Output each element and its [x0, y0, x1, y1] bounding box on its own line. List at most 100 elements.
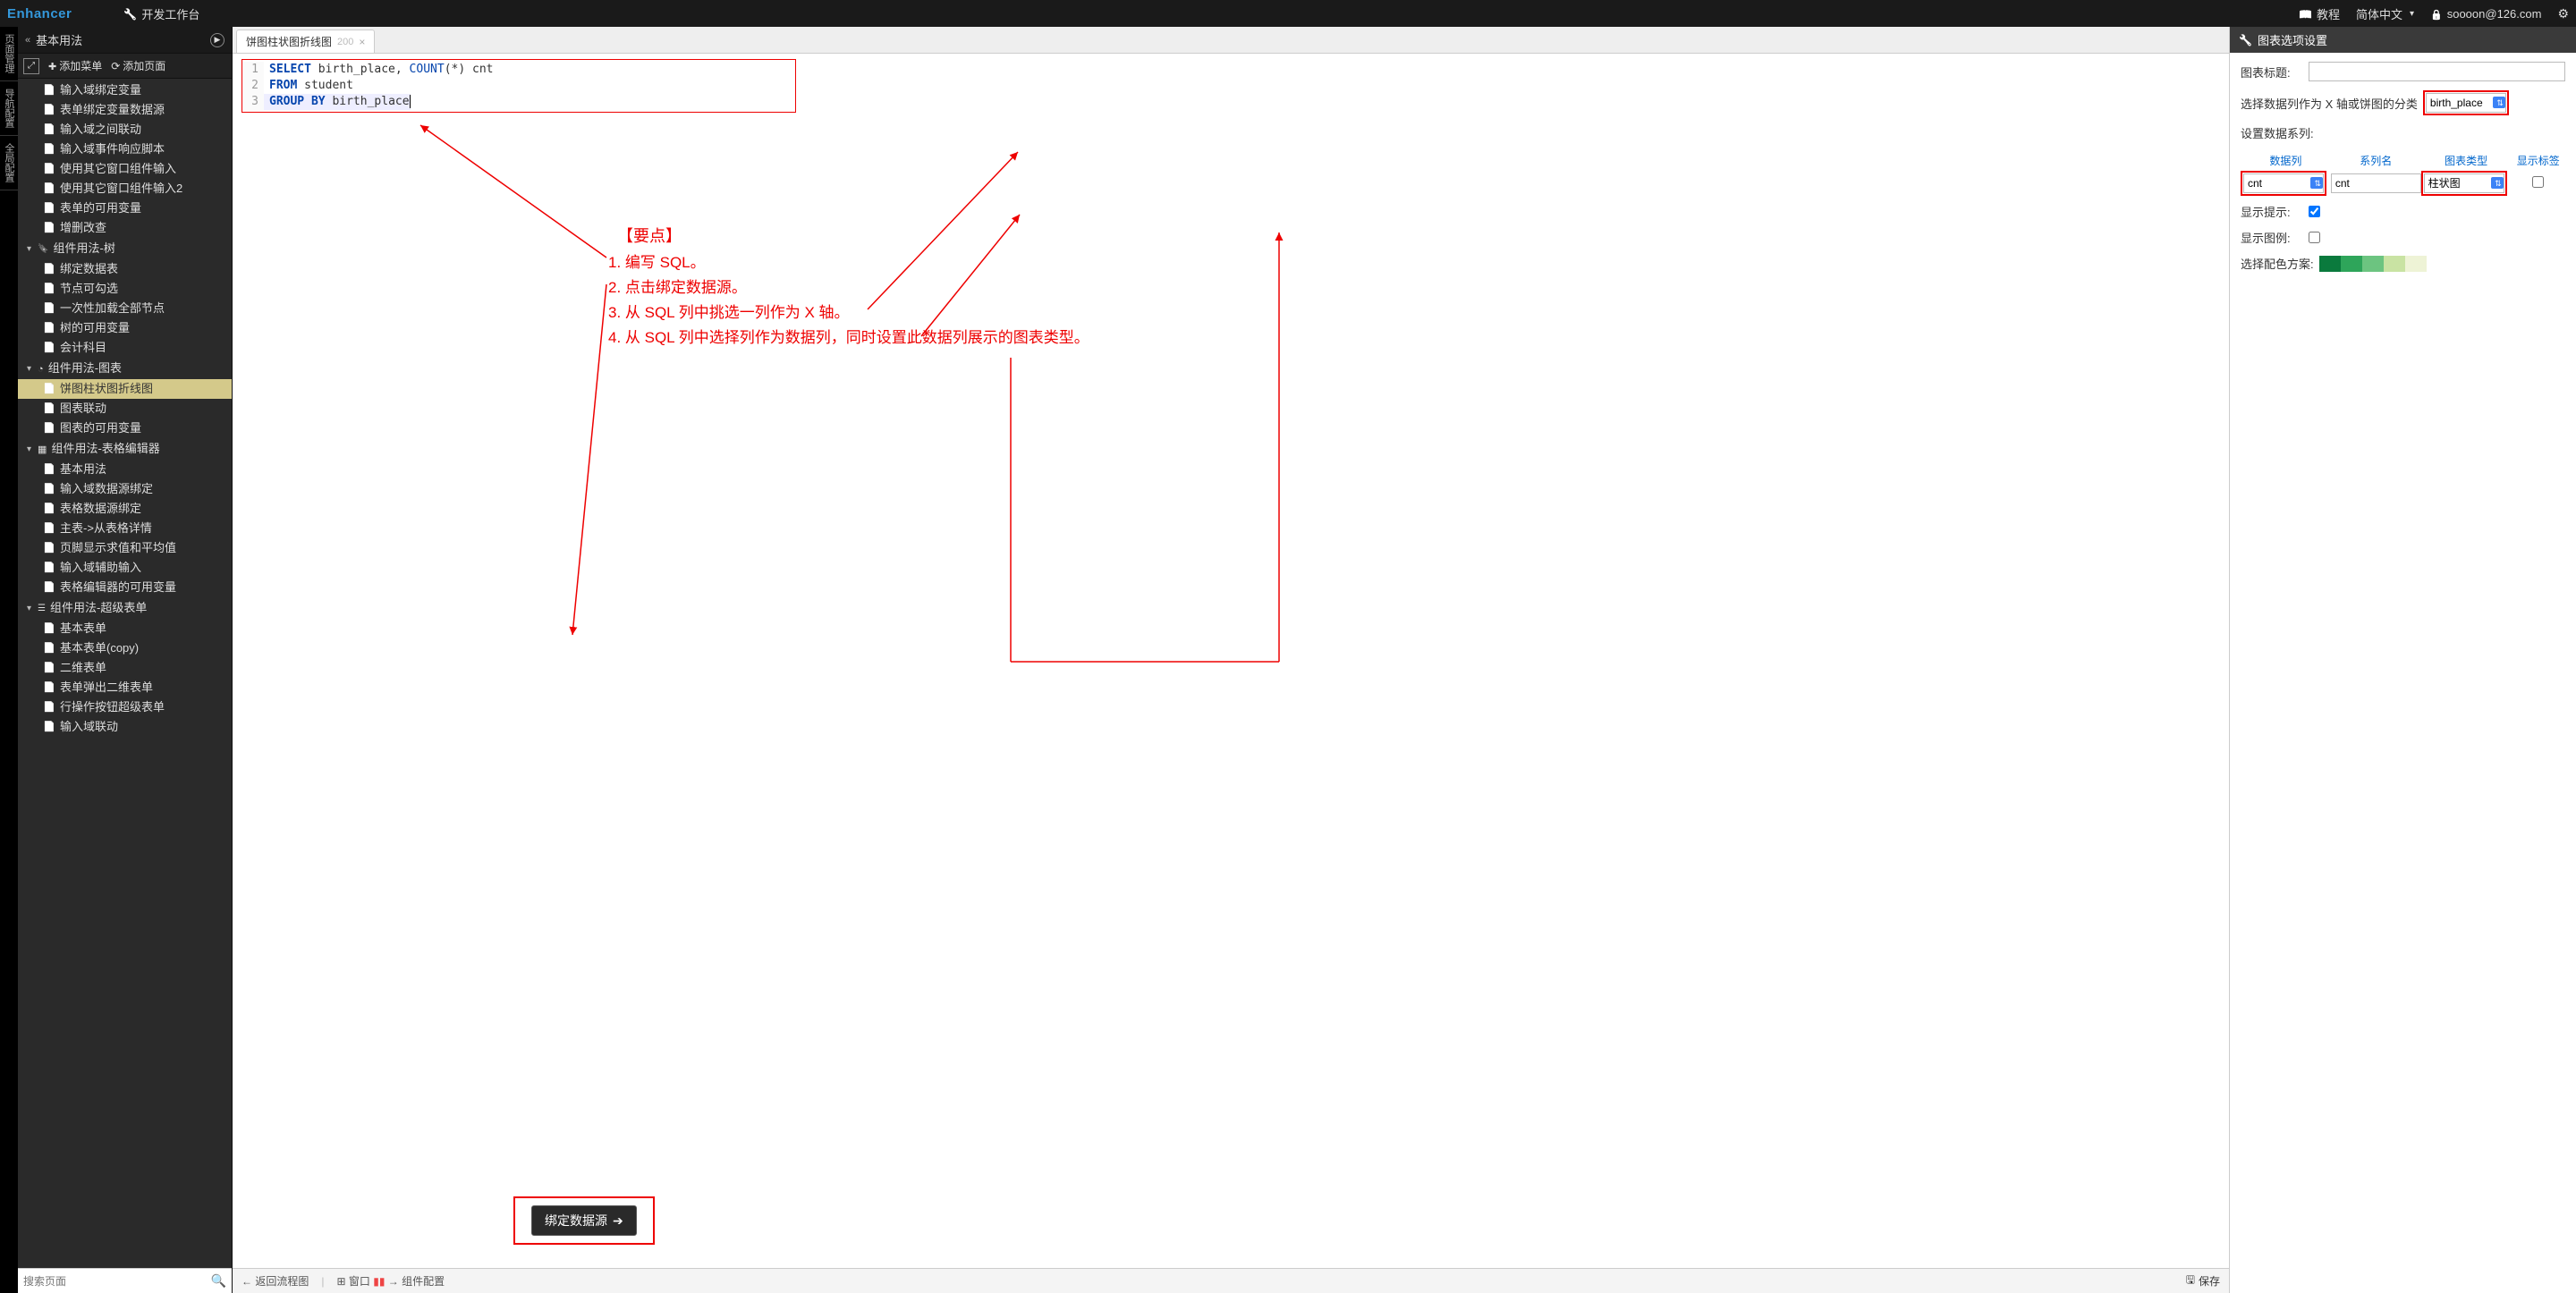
show-legend-checkbox[interactable]: [2309, 232, 2320, 243]
tab-active[interactable]: 饼图柱状图折线图 200 ×: [236, 30, 375, 53]
panel-title: 图表选项设置: [2258, 31, 2327, 48]
col-name-label: 系列名: [2331, 150, 2421, 171]
chart-title-label: 图表标题:: [2241, 63, 2303, 80]
doc-icon: [43, 522, 55, 535]
add-page-button[interactable]: 添加页面: [111, 58, 165, 73]
doc-icon: [43, 123, 55, 136]
tree-item[interactable]: 使用其它窗口组件输入: [18, 159, 232, 179]
tutorial-link[interactable]: 教程: [2299, 5, 2340, 22]
search-input[interactable]: [23, 1275, 211, 1288]
tree-item[interactable]: 输入域事件响应脚本: [18, 139, 232, 159]
show-tooltip-checkbox[interactable]: [2309, 206, 2320, 217]
wrench-icon: [2239, 33, 2252, 46]
bind-datasource-button[interactable]: 绑定数据源 ➔: [531, 1205, 637, 1236]
doc-icon: [43, 163, 55, 175]
doc-icon: [43, 622, 55, 635]
tree-item[interactable]: 图表的可用变量: [18, 418, 232, 438]
chart-type-select[interactable]: 柱状图: [2424, 173, 2504, 193]
tree-item[interactable]: 图表联动: [18, 399, 232, 418]
tree-item[interactable]: 输入域辅助输入: [18, 558, 232, 578]
vtab-nav-config[interactable]: 导航配置: [0, 81, 18, 136]
tree-group-tree[interactable]: 组件用法-树: [18, 238, 232, 259]
doc-icon: [43, 483, 55, 495]
tree-group-form[interactable]: 组件用法-超级表单: [18, 597, 232, 619]
expand-button[interactable]: ⤢: [23, 58, 39, 74]
tree-item[interactable]: 表格编辑器的可用变量: [18, 578, 232, 597]
play-icon[interactable]: ▶: [210, 33, 225, 47]
tree-item[interactable]: 绑定数据表: [18, 259, 232, 279]
panel-header: 图表选项设置: [2230, 27, 2576, 53]
sidebar-search: 🔍: [18, 1268, 232, 1293]
breadcrumb-window[interactable]: ⊞ 窗口 ▮▮ → 组件配置: [336, 1273, 445, 1289]
doc-icon: [43, 84, 55, 97]
tree-item[interactable]: 树的可用变量: [18, 318, 232, 338]
vtab-page-manage[interactable]: 页面管理: [0, 27, 18, 81]
doc-icon: [43, 302, 55, 315]
save-button[interactable]: 保存: [2186, 1272, 2220, 1290]
logo: Enhancer: [7, 6, 72, 21]
collapse-left-icon[interactable]: «: [25, 35, 30, 46]
tree-item[interactable]: 表格数据源绑定: [18, 499, 232, 519]
tree-item[interactable]: 一次性加载全部节点: [18, 299, 232, 318]
folder-icon: [27, 440, 33, 458]
sidebar-title: 基本用法: [36, 31, 82, 48]
back-link[interactable]: ← 返回流程图: [242, 1273, 309, 1289]
tree-group-chart[interactable]: 组件用法-图表: [18, 358, 232, 379]
sidebar-header: « 基本用法 ▶: [18, 27, 232, 54]
doc-icon: [43, 542, 55, 554]
user-menu[interactable]: soooon@126.com: [2430, 7, 2541, 21]
tree-item[interactable]: 输入域绑定变量: [18, 80, 232, 100]
tree-item[interactable]: 节点可勾选: [18, 279, 232, 299]
tree-item[interactable]: 输入域联动: [18, 717, 232, 737]
data-column-select[interactable]: cnt: [2243, 173, 2324, 193]
tree-item[interactable]: 基本表单(copy): [18, 638, 232, 658]
doc-icon: [43, 383, 55, 395]
bookmark-icon: [38, 240, 48, 258]
doc-icon: [43, 422, 55, 435]
workbench-link[interactable]: 开发工作台: [123, 5, 199, 22]
vtab-global-config[interactable]: 全局配置: [0, 136, 18, 190]
vertical-tabs: 页面管理 导航配置 全局配置: [0, 27, 18, 1293]
close-icon[interactable]: ×: [359, 36, 365, 48]
color-scheme-label: 选择配色方案:: [2241, 255, 2314, 272]
save-icon: [2186, 1272, 2195, 1290]
tree-item[interactable]: 二维表单: [18, 658, 232, 678]
series-header: 数据列 系列名 图表类型 显示标签: [2241, 150, 2565, 171]
tree-item[interactable]: 表单弹出二维表单: [18, 678, 232, 697]
col-show-label: 显示标签: [2511, 150, 2565, 171]
annotation-1: 1. 编写 SQL。: [608, 250, 706, 275]
tree-item-active[interactable]: 饼图柱状图折线图: [18, 379, 232, 399]
tree-item[interactable]: 表单绑定变量数据源: [18, 100, 232, 120]
language-selector[interactable]: 简体中文: [2356, 5, 2414, 22]
chart-title-input[interactable]: [2309, 62, 2565, 81]
search-icon[interactable]: 🔍: [211, 1273, 226, 1289]
tree-item[interactable]: 行操作按钮超级表单: [18, 697, 232, 717]
add-menu-button[interactable]: 添加菜单: [48, 58, 102, 73]
content-area: 饼图柱状图折线图 200 × 1SELECT birth_place, COUN…: [233, 27, 2229, 1293]
color-scheme-picker[interactable]: [2319, 256, 2427, 272]
show-label-checkbox[interactable]: [2532, 176, 2544, 188]
tree-item[interactable]: 增删改查: [18, 218, 232, 238]
chart-options-panel: 图表选项设置 图表标题: 选择数据列作为 X 轴或饼图的分类 birth_pla…: [2229, 27, 2576, 1293]
chart-icon: [38, 360, 44, 377]
xaxis-select[interactable]: birth_place: [2426, 93, 2506, 113]
tree-item[interactable]: 输入域之间联动: [18, 120, 232, 139]
sql-editor[interactable]: 1SELECT birth_place, COUNT(*) cnt 2FROM …: [242, 59, 796, 113]
tree-item[interactable]: 输入域数据源绑定: [18, 479, 232, 499]
doc-icon: [43, 681, 55, 694]
language-label: 简体中文: [2356, 5, 2402, 22]
tree-item[interactable]: 表单的可用变量: [18, 199, 232, 218]
doc-icon: [43, 182, 55, 195]
tree-item[interactable]: 页脚显示求值和平均值: [18, 538, 232, 558]
refresh-icon: [111, 60, 120, 72]
tree-item[interactable]: 基本用法: [18, 460, 232, 479]
series-name-input[interactable]: [2331, 173, 2421, 193]
tree-group-table[interactable]: 组件用法-表格编辑器: [18, 438, 232, 460]
settings-link[interactable]: [2557, 6, 2569, 21]
tree-item[interactable]: 会计科目: [18, 338, 232, 358]
tree-item[interactable]: 使用其它窗口组件输入2: [18, 179, 232, 199]
tree-item[interactable]: 基本表单: [18, 619, 232, 638]
tree-item[interactable]: 主表->从表格详情: [18, 519, 232, 538]
doc-icon: [43, 402, 55, 415]
doc-icon: [43, 581, 55, 594]
